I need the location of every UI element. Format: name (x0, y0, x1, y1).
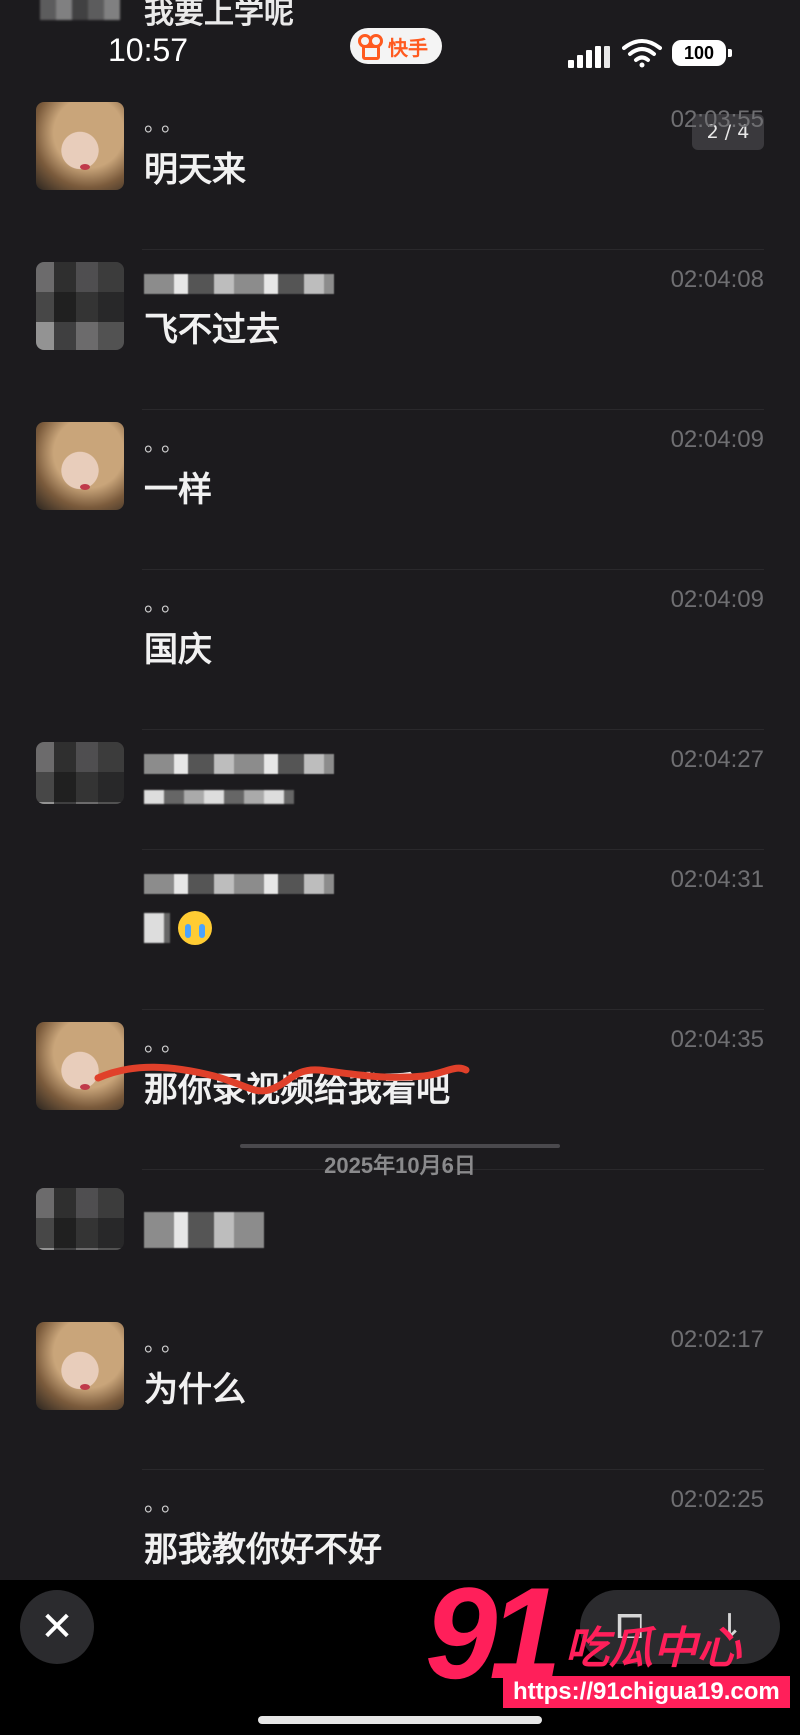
sender-name-masked (144, 274, 334, 294)
message-time: 02:02:17 (670, 1326, 764, 1353)
bottom-toolbar: ✕ ⧠ ↓ (0, 1580, 800, 1735)
red-annotation-stroke (94, 1063, 470, 1095)
previous-message-partial: 我要上学呢 (40, 0, 400, 31)
message-time: 02:04:27 (670, 746, 764, 773)
message-time: 02:02:25 (670, 1486, 764, 1513)
status-time: 10:57 (108, 32, 189, 68)
chat-message[interactable]: 。。 02:04:09 国庆 (0, 570, 800, 730)
message-text: 明天来 (144, 150, 246, 190)
message-text: 那我教你好不好 (144, 1530, 382, 1570)
chat-message[interactable]: 。。 02:02:25 那我教你好不好 (0, 1470, 800, 1580)
avatar-blurred[interactable] (36, 742, 124, 804)
avatar[interactable] (36, 1322, 124, 1410)
home-indicator[interactable] (258, 1716, 542, 1724)
status-bar: 10:57 快手 100 (0, 24, 800, 82)
close-button[interactable]: ✕ (20, 1590, 94, 1664)
kuaishou-logo-icon (358, 34, 383, 60)
app-indicator[interactable]: 快手 (350, 28, 442, 64)
chat-message[interactable]: 02:04:27 (0, 730, 800, 850)
avatar-blurred (40, 0, 120, 20)
avatar-blurred[interactable] (36, 262, 124, 350)
message-text-masked (144, 912, 170, 943)
avatar[interactable] (36, 102, 124, 190)
message-time: 02:03:55 (670, 106, 764, 133)
message-text: 为什么 (144, 1370, 246, 1410)
message-text: 飞不过去 (144, 310, 280, 350)
download-icon[interactable]: ↓ (715, 1607, 744, 1647)
chat-message[interactable]: 02:04:08 飞不过去 (0, 250, 800, 410)
chat-message[interactable]: 。。 02:03:55 明天来 (0, 90, 800, 250)
message-time: 02:04:09 (670, 426, 764, 453)
message-time: 02:04:09 (670, 586, 764, 613)
chat-message[interactable] (0, 1180, 800, 1290)
message-text: 一样 (144, 470, 212, 510)
sender-name: 。。 (144, 1492, 190, 1517)
message-time: 02:04:08 (670, 266, 764, 293)
message-text-masked (144, 1212, 264, 1248)
crop-icon[interactable]: ⧠ (616, 1607, 643, 1647)
chat-message[interactable]: 02:04:31 (0, 850, 800, 1010)
crying-emoji-icon (178, 910, 212, 945)
app-name: 快手 (388, 35, 428, 60)
battery-icon: 100 (672, 40, 726, 66)
wifi-icon (622, 39, 662, 68)
sender-name: 。。 (144, 112, 190, 137)
avatar[interactable] (36, 422, 124, 510)
avatar-blurred[interactable] (36, 1188, 124, 1250)
message-text-masked (144, 790, 294, 804)
message-text: 国庆 (144, 630, 212, 670)
chat-message[interactable]: 。。 02:04:09 一样 (0, 410, 800, 570)
sender-name: 。。 (144, 1332, 190, 1357)
action-group: ⧠ ↓ (580, 1590, 780, 1664)
message-time: 02:04:31 (670, 866, 764, 893)
signal-icon (568, 46, 610, 68)
battery-tip (728, 49, 732, 57)
sender-name-masked (144, 754, 334, 774)
date-label: 2025年10月6日 (324, 1153, 476, 1178)
message-time: 02:04:35 (670, 1026, 764, 1053)
sender-name-masked (144, 874, 334, 894)
sender-name: 。。 (144, 432, 190, 457)
chat-message[interactable]: 。。 02:02:17 为什么 (0, 1310, 800, 1470)
sender-name: 。。 (144, 592, 190, 617)
close-icon: ✕ (40, 1604, 74, 1650)
message-text (144, 906, 212, 946)
